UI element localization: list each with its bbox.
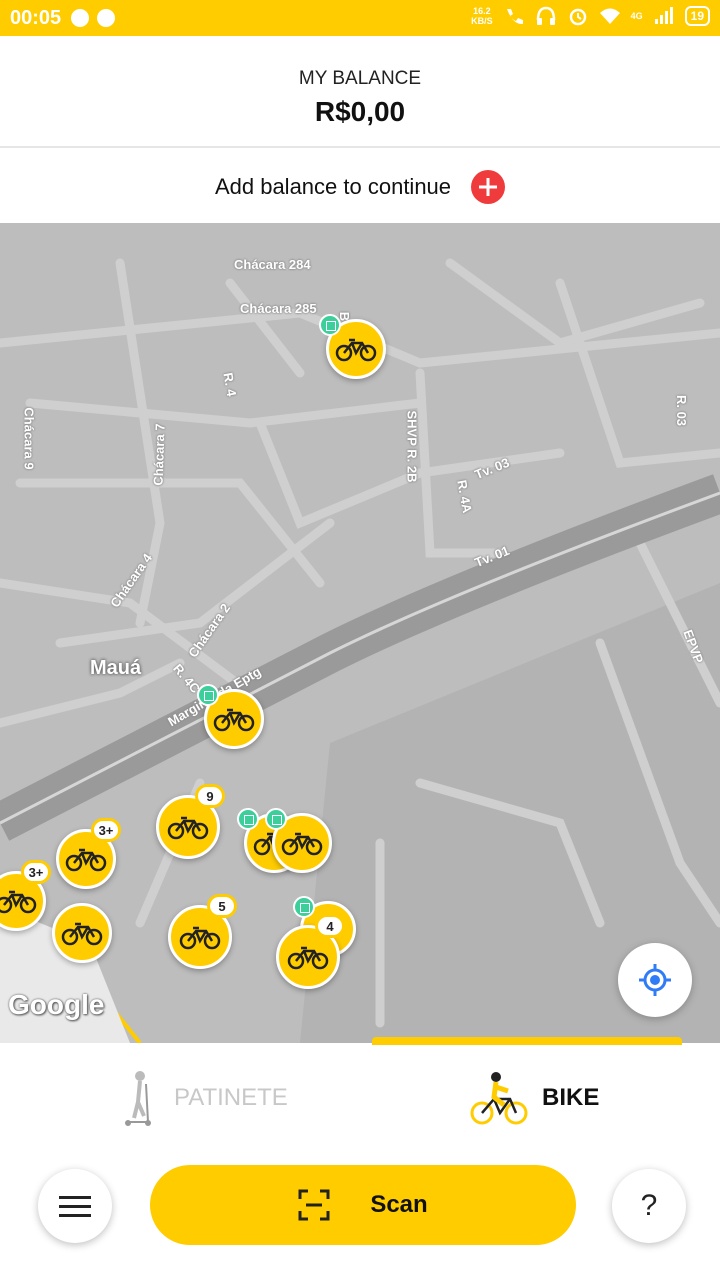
add-balance-text: Add balance to continue [214, 173, 452, 199]
street-label: Chácara 285 [240, 301, 317, 316]
status-bar: 00:05 16.2 KB/S 4G 19 [0, 0, 720, 36]
scan-button[interactable]: Scan [150, 1165, 576, 1245]
bike-icon [65, 848, 107, 872]
map-view[interactable]: Chácara 284 Chácara 285 R. 4 Chácara 9 C… [0, 223, 720, 1043]
gift-icon [319, 314, 341, 336]
network-speed-unit: KB/S [471, 16, 493, 26]
balance-amount: R$0,00 [314, 96, 406, 127]
cluster-count: 3+ [91, 818, 121, 842]
alarm-icon [569, 8, 586, 26]
phone-icon [506, 9, 523, 25]
street-label: Chácara 9 [21, 407, 37, 470]
status-icons: 16.2 KB/S 4G 19 [471, 6, 710, 26]
bike-cluster-pin[interactable]: 3+ [56, 818, 121, 889]
street-label: SHVP R. 2B [404, 410, 420, 483]
gift-icon [237, 808, 259, 830]
help-button[interactable]: ? [612, 1169, 686, 1243]
bottom-action-bar: Scan ? [0, 1153, 720, 1280]
gift-icon [293, 896, 315, 918]
hamburger-icon [59, 1190, 91, 1223]
street-label: R. 03 [674, 394, 690, 427]
scan-label: Scan [370, 1191, 428, 1218]
status-time: 00:05 [10, 6, 62, 29]
cluster-count: 5 [207, 894, 237, 918]
bike-icon [0, 890, 37, 914]
bike-pin[interactable] [319, 314, 386, 379]
scooter-rider-icon [125, 1071, 151, 1126]
street-label: Chácara 7 [150, 423, 168, 486]
signal-icon [654, 7, 673, 24]
menu-button[interactable] [38, 1169, 112, 1243]
cluster-count: 3+ [21, 860, 51, 884]
bike-cluster-pin[interactable]: 5 [168, 894, 237, 969]
my-location-button[interactable] [618, 943, 692, 1017]
tab-bike-label: BIKE [542, 1084, 600, 1111]
mode-selector: PATINETE BIKE [0, 1037, 720, 1153]
bike-cluster-pin[interactable]: 9 [156, 784, 225, 859]
gift-icon [265, 808, 287, 830]
google-logo: Google [8, 989, 105, 1020]
wifi-icon [599, 8, 620, 24]
cluster-count: 9 [195, 784, 225, 808]
bike-icon [213, 708, 255, 732]
balance-header: MY BALANCE R$0,00 [0, 36, 720, 148]
bike-pin[interactable] [52, 903, 112, 963]
network-speed: 16.2 KB/S [471, 6, 493, 26]
network-type: 4G [630, 11, 643, 21]
bike-cluster-pin[interactable]: 4 [276, 914, 345, 989]
bike-icon [179, 926, 221, 950]
chat-notification-icon [71, 9, 90, 27]
bike-pin[interactable] [197, 684, 264, 749]
battery-indicator: 19 [684, 6, 710, 26]
tab-bike[interactable]: BIKE [470, 1063, 599, 1133]
whatsapp-notification-icon [97, 9, 116, 27]
active-tab-indicator [372, 1037, 682, 1045]
bike-icon [61, 922, 103, 946]
tab-patinete[interactable]: PATINETE [120, 1063, 288, 1133]
bike-icon [335, 338, 377, 362]
bike-rider-icon [470, 1072, 528, 1125]
cluster-count: 4 [315, 914, 345, 938]
gift-icon [197, 684, 219, 706]
bike-icon [167, 816, 209, 840]
place-label: Mauá [90, 657, 142, 679]
street-label: Chácara 284 [234, 257, 311, 272]
add-balance-button[interactable] [471, 169, 506, 204]
bike-icon [281, 832, 323, 856]
bike-icon [287, 946, 329, 970]
crosshair-icon [639, 964, 671, 996]
headphones-icon [536, 6, 555, 25]
balance-label: MY BALANCE [298, 68, 422, 89]
scan-icon [298, 1189, 330, 1221]
tab-patinete-label: PATINETE [174, 1084, 288, 1111]
add-balance-banner[interactable]: Add balance to continue [0, 150, 720, 223]
network-speed-value: 16.2 [473, 6, 491, 16]
bike-pin[interactable] [265, 808, 332, 873]
